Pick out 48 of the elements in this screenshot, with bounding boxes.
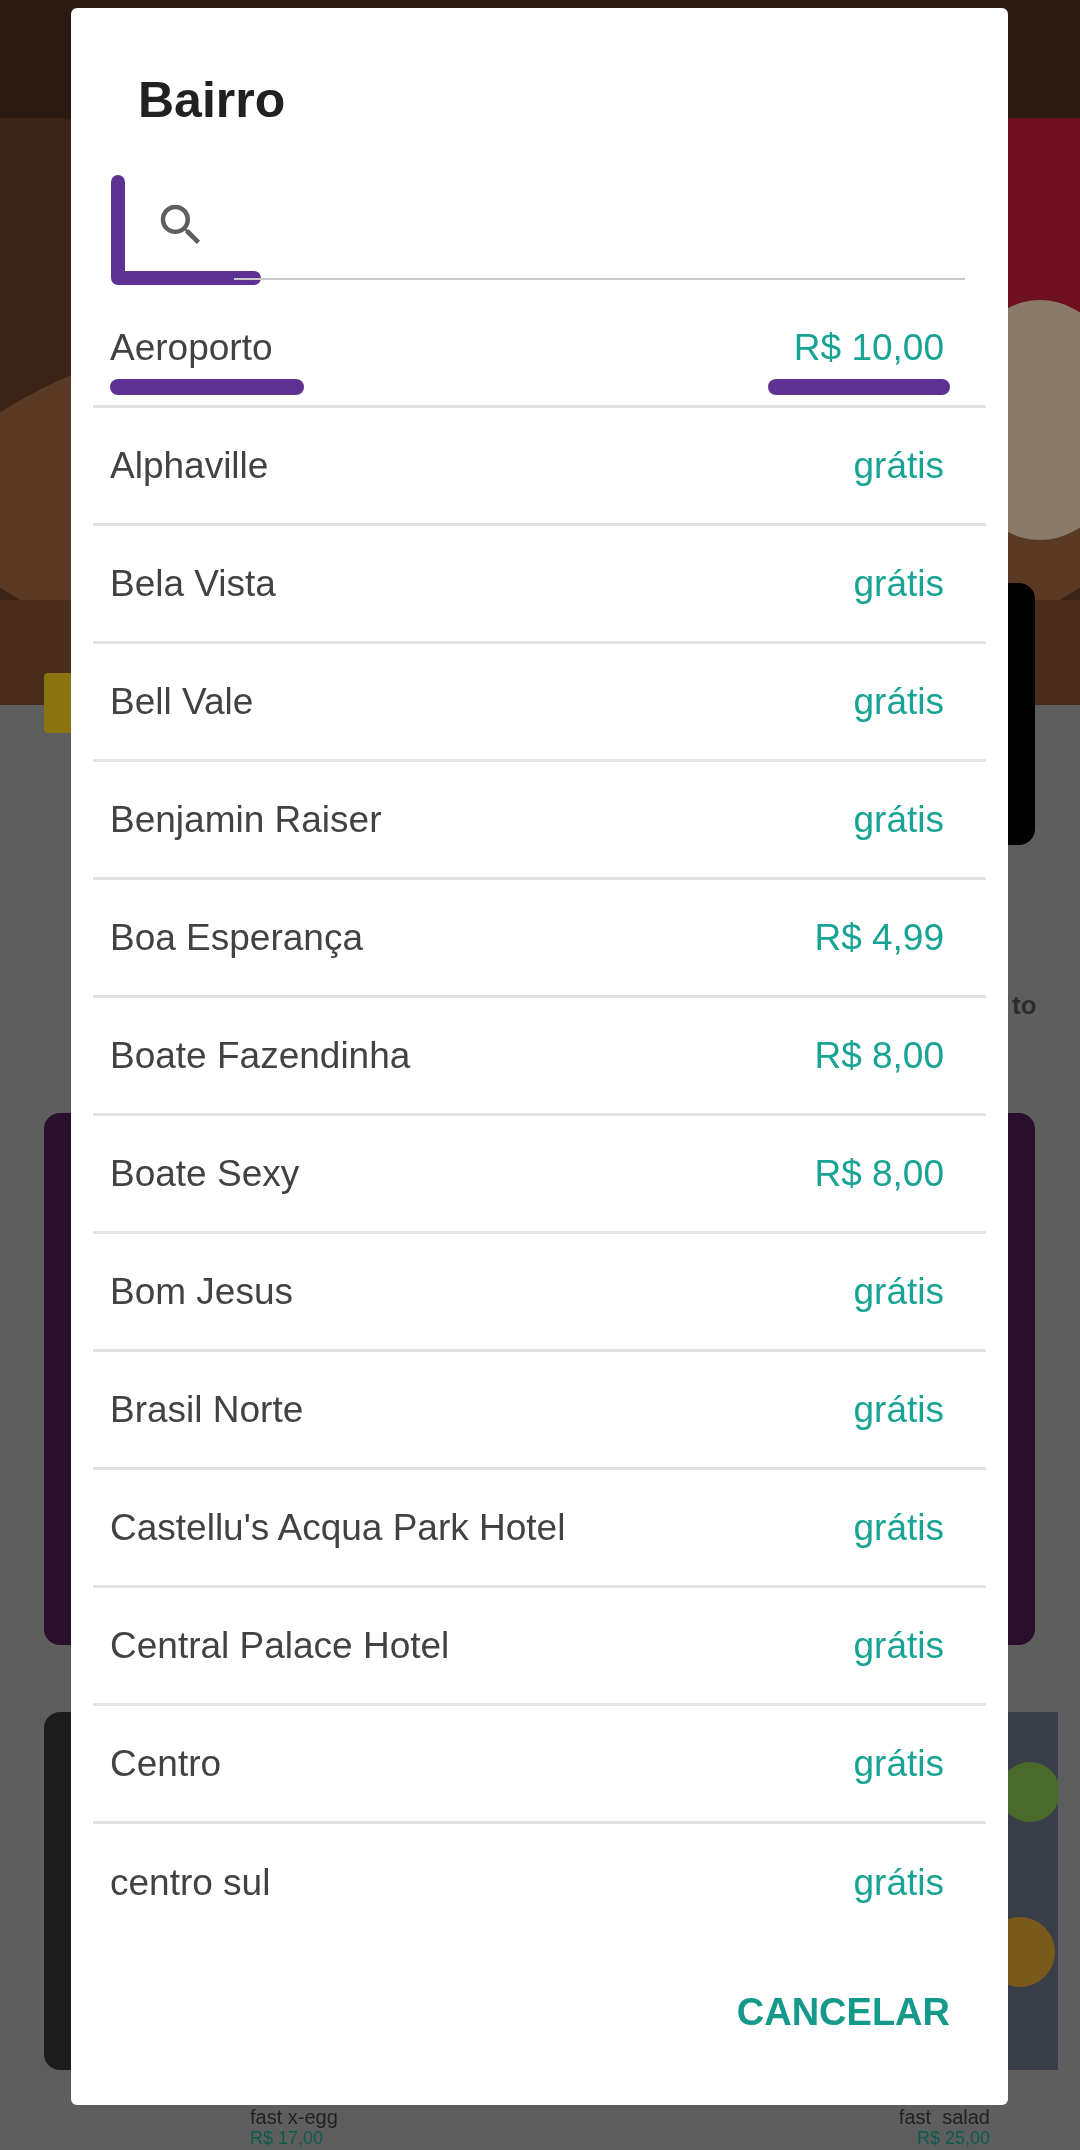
delivery-fee: grátis bbox=[853, 561, 944, 606]
delivery-fee: grátis bbox=[853, 679, 944, 724]
delivery-fee: grátis bbox=[853, 443, 944, 488]
neighborhood-name: centro sul bbox=[110, 1861, 271, 1906]
neighborhood-name: Boa Esperança bbox=[110, 915, 363, 960]
delivery-fee: grátis bbox=[853, 1623, 944, 1668]
list-item[interactable]: Central Palace Hotel grátis bbox=[93, 1588, 986, 1706]
list-item[interactable]: Bom Jesus grátis bbox=[93, 1234, 986, 1352]
product-name: fast salad bbox=[898, 2106, 990, 2128]
neighborhood-name: Castellu's Acqua Park Hotel bbox=[110, 1505, 566, 1550]
delivery-fee: grátis bbox=[853, 1269, 944, 1314]
neighborhood-name: Bom Jesus bbox=[110, 1269, 293, 1314]
delivery-fee: R$ 10,00 bbox=[793, 325, 944, 370]
dialog-title: Bairro bbox=[138, 71, 286, 130]
neighborhood-name: Bell Vale bbox=[110, 679, 254, 724]
neighborhood-name: Brasil Norte bbox=[110, 1387, 304, 1432]
product-price: R$ 25,00 bbox=[916, 2128, 990, 2148]
delivery-fee: grátis bbox=[853, 1861, 944, 1906]
list-item[interactable]: Aeroporto R$ 10,00 bbox=[93, 290, 986, 408]
list-item[interactable]: Boate Sexy R$ 8,00 bbox=[93, 1116, 986, 1234]
neighborhood-name: Centro bbox=[110, 1741, 222, 1786]
product-name: fast x-egg bbox=[250, 2106, 338, 2128]
neighborhood-name: Aeroporto bbox=[110, 325, 273, 370]
cancel-button[interactable]: CANCELAR bbox=[726, 1976, 960, 2049]
delivery-fee: grátis bbox=[853, 797, 944, 842]
delivery-fee: grátis bbox=[853, 1505, 944, 1550]
neighborhood-name: Benjamin Raiser bbox=[110, 797, 382, 842]
list-item[interactable]: Boa Esperança R$ 4,99 bbox=[93, 880, 986, 998]
list-item[interactable]: Alphaville grátis bbox=[93, 408, 986, 526]
delivery-fee: R$ 8,00 bbox=[814, 1151, 944, 1196]
list-item[interactable]: Castellu's Acqua Park Hotel grátis bbox=[93, 1470, 986, 1588]
list-item[interactable]: Benjamin Raiser grátis bbox=[93, 762, 986, 880]
delivery-fee: grátis bbox=[853, 1387, 944, 1432]
list-item[interactable]: Brasil Norte grátis bbox=[93, 1352, 986, 1470]
delivery-fee: R$ 8,00 bbox=[814, 1033, 944, 1078]
neighborhood-name: Alphaville bbox=[110, 443, 269, 488]
neighborhood-name: Central Palace Hotel bbox=[110, 1623, 450, 1668]
list-item[interactable]: centro sul grátis bbox=[93, 1824, 986, 1942]
list-item[interactable]: Bela Vista grátis bbox=[93, 526, 986, 644]
list-item[interactable]: Boate Fazendinha R$ 8,00 bbox=[93, 998, 986, 1116]
list-item[interactable]: Centro grátis bbox=[93, 1706, 986, 1824]
neighborhood-name: Boate Sexy bbox=[110, 1151, 300, 1196]
delivery-fee: grátis bbox=[853, 1741, 944, 1786]
neighborhood-name: Bela Vista bbox=[110, 561, 276, 606]
list-item[interactable]: Bell Vale grátis bbox=[93, 644, 986, 762]
delivery-fee: R$ 4,99 bbox=[814, 915, 944, 960]
product-price: R$ 17,00 bbox=[250, 2128, 325, 2148]
neighborhood-name: Boate Fazendinha bbox=[110, 1033, 411, 1078]
